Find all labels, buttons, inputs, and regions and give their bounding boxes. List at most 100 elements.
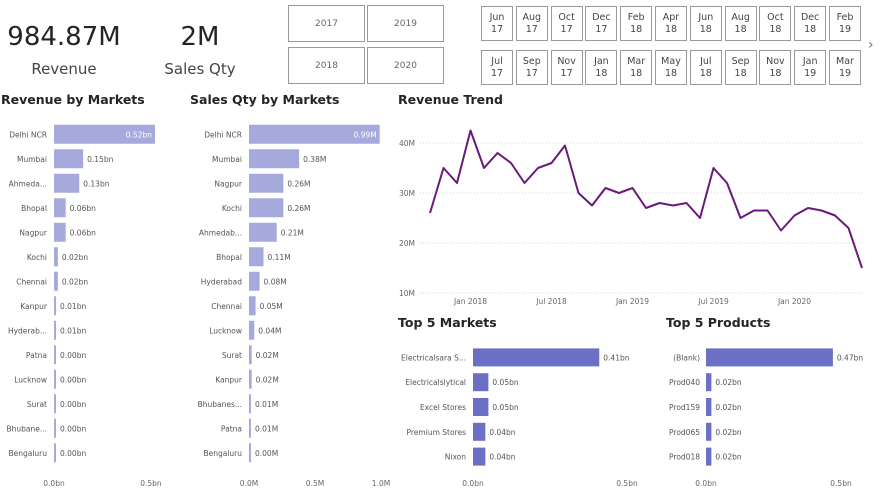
revenue-markets-data-label: 0.00bn <box>60 449 86 458</box>
month-button[interactable]: Dec 18 <box>794 6 827 41</box>
month-button[interactable]: Aug 18 <box>724 6 757 41</box>
month-button[interactable]: Feb 19 <box>829 6 861 41</box>
month-button[interactable]: Jul 17 <box>481 50 513 85</box>
qty-markets-data-label: 0.01M <box>255 424 278 433</box>
month-button[interactable]: Jun 17 <box>481 6 513 41</box>
top-markets-data-label: 0.04bn <box>489 453 515 462</box>
month-button[interactable]: Jan 18 <box>585 50 618 85</box>
top-markets-category-label: Excel Stores <box>420 403 466 412</box>
month-button[interactable]: Mar 19 <box>829 50 861 85</box>
qty-markets-data-label: 0.05M <box>260 302 283 311</box>
revenue-markets-bar <box>54 124 155 144</box>
month-button[interactable]: Feb 18 <box>620 6 653 41</box>
qty-markets-category-label: Kanpur <box>215 375 243 384</box>
month-year-label: 17 <box>525 23 538 35</box>
month-year-label: 19 <box>838 23 852 35</box>
qty-markets-bar <box>249 149 300 169</box>
top-markets-bar <box>473 373 489 392</box>
top-products-category-label: Prod065 <box>669 428 700 437</box>
qty-markets-data-label: 0.38M <box>303 155 326 164</box>
month-button[interactable]: Oct 17 <box>550 6 583 41</box>
qty-markets-category-label: Ahmedab... <box>199 228 242 237</box>
revenue-markets-x-tick-label: 0.5bn <box>140 479 162 488</box>
month-button[interactable]: Sep 17 <box>515 50 548 85</box>
revenue-markets-bar <box>54 198 66 218</box>
qty-markets-bar <box>249 247 264 267</box>
top-markets-x-tick-label: 0.0bn <box>462 479 484 488</box>
year-button-2018[interactable]: 2018 <box>288 47 365 84</box>
qty-markets-category-label: Lucknow <box>209 326 242 335</box>
qty-markets-category-label: Patna <box>221 424 242 433</box>
revenue-markets-bar <box>54 369 56 389</box>
month-button[interactable]: Dec 17 <box>585 6 618 41</box>
top-products-bar <box>706 447 712 466</box>
revenue-markets-category-label: Kochi <box>27 253 47 262</box>
month-button[interactable]: Nov 17 <box>550 50 583 85</box>
qty-markets-category-label: Kochi <box>222 204 242 213</box>
month-year-label: 18 <box>664 67 678 79</box>
revenue-markets-category-label: Mumbai <box>17 155 47 164</box>
top-5-markets-title: Top 5 Markets <box>398 315 497 330</box>
trend-x-tick-label: Jan 2019 <box>615 297 649 306</box>
top-markets-bar <box>473 422 486 441</box>
revenue-markets-data-label: 0.52bn <box>126 130 152 139</box>
qty-markets-category-label: Chennai <box>211 302 242 311</box>
month-year-label: 18 <box>734 23 747 35</box>
month-button[interactable]: Oct 18 <box>759 6 792 41</box>
chevron-right-icon[interactable]: › <box>868 37 874 53</box>
qty-markets-bar <box>249 394 251 414</box>
year-button-2017[interactable]: 2017 <box>288 5 365 42</box>
top-markets-bar <box>473 348 600 367</box>
revenue-markets-category-label: Bengaluru <box>8 449 47 458</box>
month-label: Jan <box>594 55 609 67</box>
top-products-bar <box>706 348 833 367</box>
month-button[interactable]: Sep 18 <box>724 50 757 85</box>
month-year-label: 17 <box>490 23 504 35</box>
month-label: Mar <box>627 55 646 67</box>
revenue-markets-data-label: 0.00bn <box>60 400 86 409</box>
month-button[interactable]: Jan 19 <box>794 50 827 85</box>
month-year-label: 18 <box>734 67 747 79</box>
top-products-data-label: 0.47bn <box>837 353 863 362</box>
revenue-markets-category-label: Surat <box>27 400 47 409</box>
year-button-2019[interactable]: 2019 <box>367 5 444 42</box>
qty-markets-data-label: 0.21M <box>281 228 304 237</box>
month-label: Aug <box>731 11 750 23</box>
qty-markets-bar <box>249 418 251 438</box>
month-button[interactable]: Apr 18 <box>655 6 687 41</box>
top-products-data-label: 0.02bn <box>715 378 741 387</box>
revenue-markets-data-label: 0.00bn <box>60 375 86 384</box>
top-products-bar <box>706 422 712 441</box>
year-button-2020[interactable]: 2020 <box>367 47 444 84</box>
month-button[interactable]: Jun 18 <box>689 6 722 41</box>
qty-markets-category-label: Bhubanes... <box>198 400 242 409</box>
top-products-x-tick-label: 0.0bn <box>695 479 717 488</box>
month-label: Jul <box>700 55 712 67</box>
month-button[interactable]: Aug 17 <box>515 6 548 41</box>
revenue-markets-category-label: Delhi NCR <box>9 130 47 139</box>
month-label: Feb <box>627 11 645 23</box>
month-label: Sep <box>731 55 750 67</box>
month-year-label: 18 <box>664 23 678 35</box>
revenue-markets-data-label: 0.02bn <box>62 253 88 262</box>
month-button[interactable]: Mar 18 <box>620 50 653 85</box>
top-products-category-label: (Blank) <box>673 353 700 362</box>
revenue-markets-data-label: 0.00bn <box>60 424 86 433</box>
month-year-label: 18 <box>804 23 817 35</box>
qty-markets-data-label: 0.02M <box>256 375 279 384</box>
trend-x-tick-label: Jul 2018 <box>535 297 567 306</box>
month-button[interactable]: Jul 18 <box>689 50 722 85</box>
qty-markets-data-label: 0.00M <box>255 449 278 458</box>
revenue-markets-x-tick-label: 0.0bn <box>43 479 65 488</box>
qty-markets-data-label: 0.11M <box>268 253 291 262</box>
revenue-markets-bar <box>54 271 58 291</box>
revenue-markets-bar <box>54 418 56 438</box>
top-products-bar <box>706 398 712 416</box>
month-label: Nov <box>766 55 785 67</box>
month-button[interactable]: May 18 <box>655 50 687 85</box>
top-markets-data-label: 0.05bn <box>492 378 518 387</box>
qty-markets-category-label: Bhopal <box>216 253 242 262</box>
month-year-label: 17 <box>490 67 504 79</box>
month-button[interactable]: Nov 18 <box>759 50 792 85</box>
qty-markets-data-label: 0.01M <box>255 400 278 409</box>
